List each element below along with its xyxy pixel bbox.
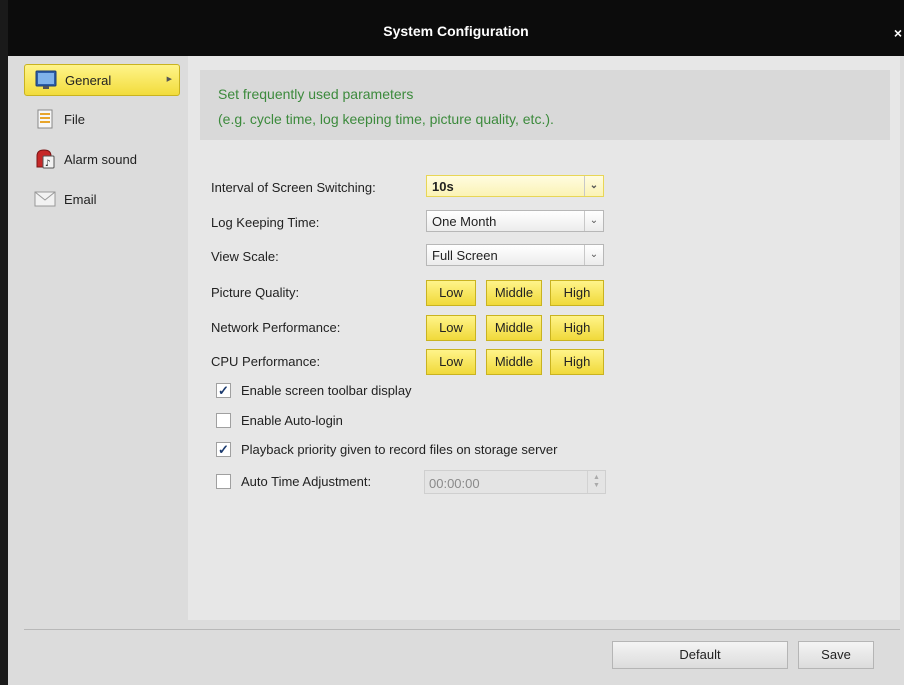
toolbar-display-label: Enable screen toolbar display <box>241 383 412 398</box>
log-keeping-select[interactable]: One Month ⌄ <box>426 210 604 232</box>
sidebar: General ▶ File ♪ Alarm sound Email <box>16 56 188 626</box>
save-button[interactable]: Save <box>798 641 874 669</box>
log-keeping-value: One Month <box>432 214 497 229</box>
close-icon[interactable]: × <box>894 25 902 41</box>
sidebar-item-label: File <box>64 111 85 127</box>
info-line-2: (e.g. cycle time, log keeping time, pict… <box>218 111 554 127</box>
sidebar-item-alarm-sound[interactable]: ♪ Alarm sound <box>24 144 178 174</box>
interval-select[interactable]: 10s ⌄ <box>426 175 604 197</box>
sidebar-item-label: General <box>65 72 112 88</box>
auto-login-label: Enable Auto-login <box>241 413 343 428</box>
sidebar-item-email[interactable]: Email <box>24 184 178 214</box>
view-scale-value: Full Screen <box>432 248 498 263</box>
file-icon <box>34 108 56 130</box>
svg-text:♪: ♪ <box>45 159 51 169</box>
auto-login-checkbox[interactable] <box>216 413 231 428</box>
sidebar-item-file[interactable]: File <box>24 104 178 134</box>
cpu-performance-label: CPU Performance: <box>211 354 321 369</box>
chevron-down-icon[interactable]: ⌄ <box>584 245 603 265</box>
view-scale-label: View Scale: <box>211 249 279 264</box>
chevron-down-icon[interactable]: ⌄ <box>584 211 603 231</box>
chevron-down-icon[interactable]: ⌄ <box>584 176 603 196</box>
network-performance-high-button[interactable]: High <box>550 315 604 341</box>
interval-value: 10s <box>432 179 454 194</box>
envelope-icon <box>34 188 56 210</box>
auto-time-label: Auto Time Adjustment: <box>241 474 372 489</box>
picture-quality-middle-button[interactable]: Middle <box>486 280 542 306</box>
picture-quality-low-button[interactable]: Low <box>426 280 476 306</box>
network-performance-low-button[interactable]: Low <box>426 315 476 341</box>
system-configuration-window: System Configuration × General ▶ File ♪ … <box>8 0 904 685</box>
footer-divider <box>24 629 900 630</box>
cpu-performance-high-button[interactable]: High <box>550 349 604 375</box>
auto-time-checkbox[interactable] <box>216 474 231 489</box>
spinner-arrows-icon[interactable]: ▲ ▼ <box>587 471 605 493</box>
auto-time-option[interactable]: Auto Time Adjustment: <box>216 474 371 489</box>
sidebar-item-label: Alarm sound <box>64 151 137 167</box>
window-title: System Configuration <box>383 23 529 39</box>
auto-time-value: 00:00:00 <box>429 476 480 491</box>
playback-priority-label: Playback priority given to record files … <box>241 442 558 457</box>
network-performance-middle-button[interactable]: Middle <box>486 315 542 341</box>
info-box: Set frequently used parameters (e.g. cyc… <box>200 70 890 140</box>
info-line-1: Set frequently used parameters <box>218 86 414 102</box>
picture-quality-high-button[interactable]: High <box>550 280 604 306</box>
toolbar-display-option[interactable]: ✓ Enable screen toolbar display <box>216 383 412 398</box>
sidebar-item-general[interactable]: General ▶ <box>24 64 180 96</box>
network-performance-label: Network Performance: <box>211 320 341 335</box>
cpu-performance-low-button[interactable]: Low <box>426 349 476 375</box>
interval-label: Interval of Screen Switching: <box>211 180 376 195</box>
auto-login-option[interactable]: Enable Auto-login <box>216 413 343 428</box>
playback-priority-checkbox[interactable]: ✓ <box>216 442 231 457</box>
auto-time-spinbox[interactable]: 00:00:00 ▲ ▼ <box>424 470 606 494</box>
cpu-performance-middle-button[interactable]: Middle <box>486 349 542 375</box>
chevron-right-icon: ▶ <box>166 76 172 83</box>
default-button[interactable]: Default <box>612 641 788 669</box>
monitor-icon <box>35 69 57 91</box>
toolbar-display-checkbox[interactable]: ✓ <box>216 383 231 398</box>
log-keeping-label: Log Keeping Time: <box>211 215 320 230</box>
alarm-icon: ♪ <box>34 148 56 170</box>
sidebar-item-label: Email <box>64 191 97 207</box>
view-scale-select[interactable]: Full Screen ⌄ <box>426 244 604 266</box>
title-bar: System Configuration × <box>8 0 904 56</box>
playback-priority-option[interactable]: ✓ Playback priority given to record file… <box>216 442 557 457</box>
settings-panel: Set frequently used parameters (e.g. cyc… <box>188 56 900 620</box>
picture-quality-label: Picture Quality: <box>211 285 300 300</box>
